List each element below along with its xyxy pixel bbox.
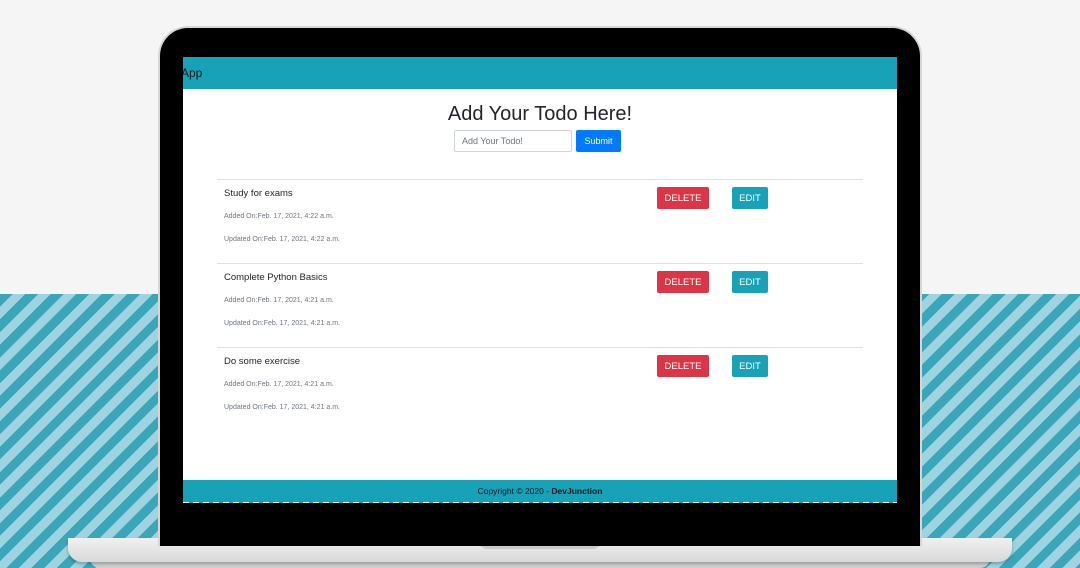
todo-item: Do some exercise Added On:Feb. 17, 2021,… (217, 347, 863, 431)
todo-list: Study for exams Added On:Feb. 17, 2021, … (217, 179, 863, 431)
edit-button[interactable]: EDIT (732, 271, 768, 293)
footer-copyright-text: Copyright © 2020 - (477, 486, 552, 496)
edit-button[interactable]: EDIT (732, 355, 768, 377)
app-screen: App Add Your Todo Here! Submit Study for… (183, 57, 897, 503)
todo-updated-date: Updated On:Feb. 17, 2021, 4:21 a.m. (224, 404, 340, 411)
todo-title: Complete Python Basics (224, 272, 328, 283)
delete-button[interactable]: DELETE (657, 355, 709, 377)
submit-button[interactable]: Submit (576, 130, 621, 152)
page: App Add Your Todo Here! Submit Study for… (0, 0, 1080, 568)
delete-button[interactable]: DELETE (657, 187, 709, 209)
todo-updated-date: Updated On:Feb. 17, 2021, 4:22 a.m. (224, 236, 340, 243)
todo-added-date: Added On:Feb. 17, 2021, 4:21 a.m. (224, 381, 334, 388)
todo-item: Complete Python Basics Added On:Feb. 17,… (217, 263, 863, 347)
todo-title: Do some exercise (224, 356, 301, 367)
footer: Copyright © 2020 - DevJunction (183, 480, 897, 503)
todo-added-date: Added On:Feb. 17, 2021, 4:22 a.m. (224, 213, 334, 220)
delete-button[interactable]: DELETE (657, 271, 709, 293)
navbar: App (183, 57, 897, 89)
todo-updated-date: Updated On:Feb. 17, 2021, 4:21 a.m. (224, 320, 340, 327)
footer-dashed-line (183, 502, 897, 503)
todo-input[interactable] (454, 130, 572, 152)
todo-added-date: Added On:Feb. 17, 2021, 4:21 a.m. (224, 297, 334, 304)
todo-title: Study for exams (224, 188, 293, 199)
footer-brand: DevJunction (551, 486, 603, 496)
page-title: Add Your Todo Here! (447, 103, 633, 125)
navbar-brand-link[interactable]: App (183, 66, 202, 80)
todo-item: Study for exams Added On:Feb. 17, 2021, … (217, 179, 863, 263)
edit-button[interactable]: EDIT (732, 187, 768, 209)
